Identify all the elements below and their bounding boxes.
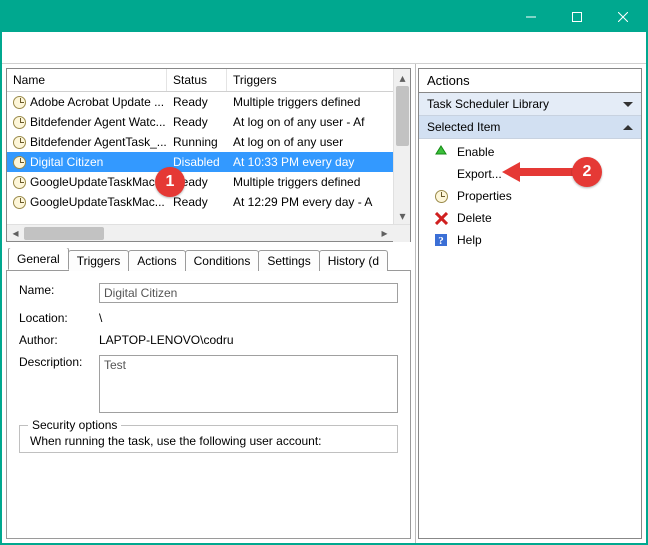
action-enable-label: Enable — [457, 145, 494, 159]
tab-conditions[interactable]: Conditions — [185, 250, 260, 271]
actions-group-selected[interactable]: Selected Item — [419, 116, 641, 139]
delete-icon — [433, 210, 449, 226]
properties-icon — [433, 188, 449, 204]
tab-actions[interactable]: Actions — [128, 250, 185, 271]
security-options-legend: Security options — [28, 418, 121, 432]
action-delete[interactable]: Delete — [419, 207, 641, 229]
close-button[interactable] — [600, 2, 646, 32]
author-label: Author: — [19, 333, 91, 347]
tab-settings[interactable]: Settings — [258, 250, 319, 271]
security-options-text: When running the task, use the following… — [30, 434, 387, 448]
task-row[interactable]: Adobe Acrobat Update ...ReadyMultiple tr… — [7, 92, 393, 112]
task-row[interactable]: Bitdefender Agent Watc...ReadyAt log on … — [7, 112, 393, 132]
help-icon: ? — [433, 232, 449, 248]
action-properties[interactable]: Properties — [419, 185, 641, 207]
location-value: \ — [99, 311, 398, 325]
action-properties-label: Properties — [457, 189, 512, 203]
left-pane: Name Status Triggers Adobe Acrobat Updat… — [2, 64, 416, 543]
actions-group-selected-label: Selected Item — [427, 120, 500, 134]
author-value: LAPTOP-LENOVO\codru — [99, 333, 398, 347]
action-delete-label: Delete — [457, 211, 492, 225]
task-list-header: Name Status Triggers — [7, 69, 393, 92]
tab-general[interactable]: General — [8, 248, 69, 270]
chevron-up-icon — [623, 125, 633, 130]
task-status: Ready — [167, 195, 227, 209]
task-list-hscroll[interactable]: ◂ ▸ — [7, 224, 410, 241]
action-export-label: Export... — [457, 167, 502, 181]
task-trigger: At 10:33 PM every day — [227, 155, 393, 169]
action-help-label: Help — [457, 233, 482, 247]
clock-icon — [13, 96, 26, 109]
task-name: Bitdefender AgentTask_... — [30, 135, 167, 149]
clock-icon — [13, 176, 26, 189]
name-label: Name: — [19, 283, 91, 297]
task-name: GoogleUpdateTaskMac... — [30, 195, 165, 209]
clock-icon — [13, 116, 26, 129]
tab-content-general: Name: Location: \ Author: LAPTOP-LENOVO\… — [6, 270, 411, 539]
actions-group-library[interactable]: Task Scheduler Library — [419, 93, 641, 116]
minimize-button[interactable] — [508, 2, 554, 32]
task-row[interactable]: Digital Citizen DisabledAt 10:33 PM every… — [7, 152, 393, 172]
scroll-left-icon[interactable]: ◂ — [7, 225, 24, 242]
task-status: Running — [167, 135, 227, 149]
clock-icon — [13, 196, 26, 209]
clock-icon — [13, 136, 26, 149]
task-trigger: At log on of any user — [227, 135, 393, 149]
task-name: Bitdefender Agent Watc... — [30, 115, 166, 129]
description-label: Description: — [19, 355, 91, 369]
actions-pane-title: Actions — [418, 68, 642, 93]
task-row[interactable]: Bitdefender AgentTask_...RunningAt log o… — [7, 132, 393, 152]
svg-text:?: ? — [438, 235, 444, 247]
export-icon — [433, 166, 449, 182]
annotation-arrow-2 — [502, 157, 582, 187]
tab-history[interactable]: History (d — [319, 250, 388, 271]
annotation-badge-1: 1 — [155, 167, 185, 197]
actions-pane: Actions Task Scheduler Library Selected … — [416, 64, 646, 543]
task-name: Digital Citizen — [30, 155, 103, 169]
name-field[interactable] — [99, 283, 398, 303]
toolbar-strip — [2, 32, 646, 64]
clock-icon — [13, 156, 26, 169]
column-header-triggers[interactable]: Triggers — [227, 69, 393, 91]
actions-group-library-label: Task Scheduler Library — [427, 97, 549, 111]
task-row[interactable]: GoogleUpdateTaskMac...ReadyAt 12:29 PM e… — [7, 192, 393, 212]
task-status: Disabled — [167, 155, 227, 169]
scroll-right-icon[interactable]: ▸ — [376, 225, 393, 242]
task-name: GoogleUpdateTaskMac... — [30, 175, 165, 189]
task-trigger: At 12:29 PM every day - A — [227, 195, 393, 209]
scroll-down-icon[interactable]: ▾ — [394, 207, 410, 224]
task-row[interactable]: GoogleUpdateTaskMac...ReadyMultiple trig… — [7, 172, 393, 192]
chevron-down-icon — [623, 102, 633, 107]
enable-icon — [433, 144, 449, 160]
tab-triggers[interactable]: Triggers — [68, 250, 130, 271]
task-trigger: At log on of any user - Af — [227, 115, 393, 129]
maximize-button[interactable] — [554, 2, 600, 32]
scroll-up-icon[interactable]: ▴ — [394, 69, 410, 86]
task-name: Adobe Acrobat Update ... — [30, 95, 164, 109]
location-label: Location: — [19, 311, 91, 325]
task-list: Name Status Triggers Adobe Acrobat Updat… — [6, 68, 411, 242]
description-field[interactable] — [99, 355, 398, 413]
action-help[interactable]: ? Help — [419, 229, 641, 251]
window-titlebar — [2, 2, 646, 32]
task-detail: General Triggers Actions Conditions Sett… — [6, 248, 411, 539]
task-status: Ready — [167, 95, 227, 109]
task-list-vscroll[interactable]: ▴ ▾ — [393, 69, 410, 224]
security-options-group: Security options When running the task, … — [19, 425, 398, 453]
task-status: Ready — [167, 115, 227, 129]
column-header-name[interactable]: Name — [7, 69, 167, 91]
task-trigger: Multiple triggers defined — [227, 95, 393, 109]
annotation-badge-2: 2 — [572, 157, 602, 187]
task-trigger: Multiple triggers defined — [227, 175, 393, 189]
column-header-status[interactable]: Status — [167, 69, 227, 91]
